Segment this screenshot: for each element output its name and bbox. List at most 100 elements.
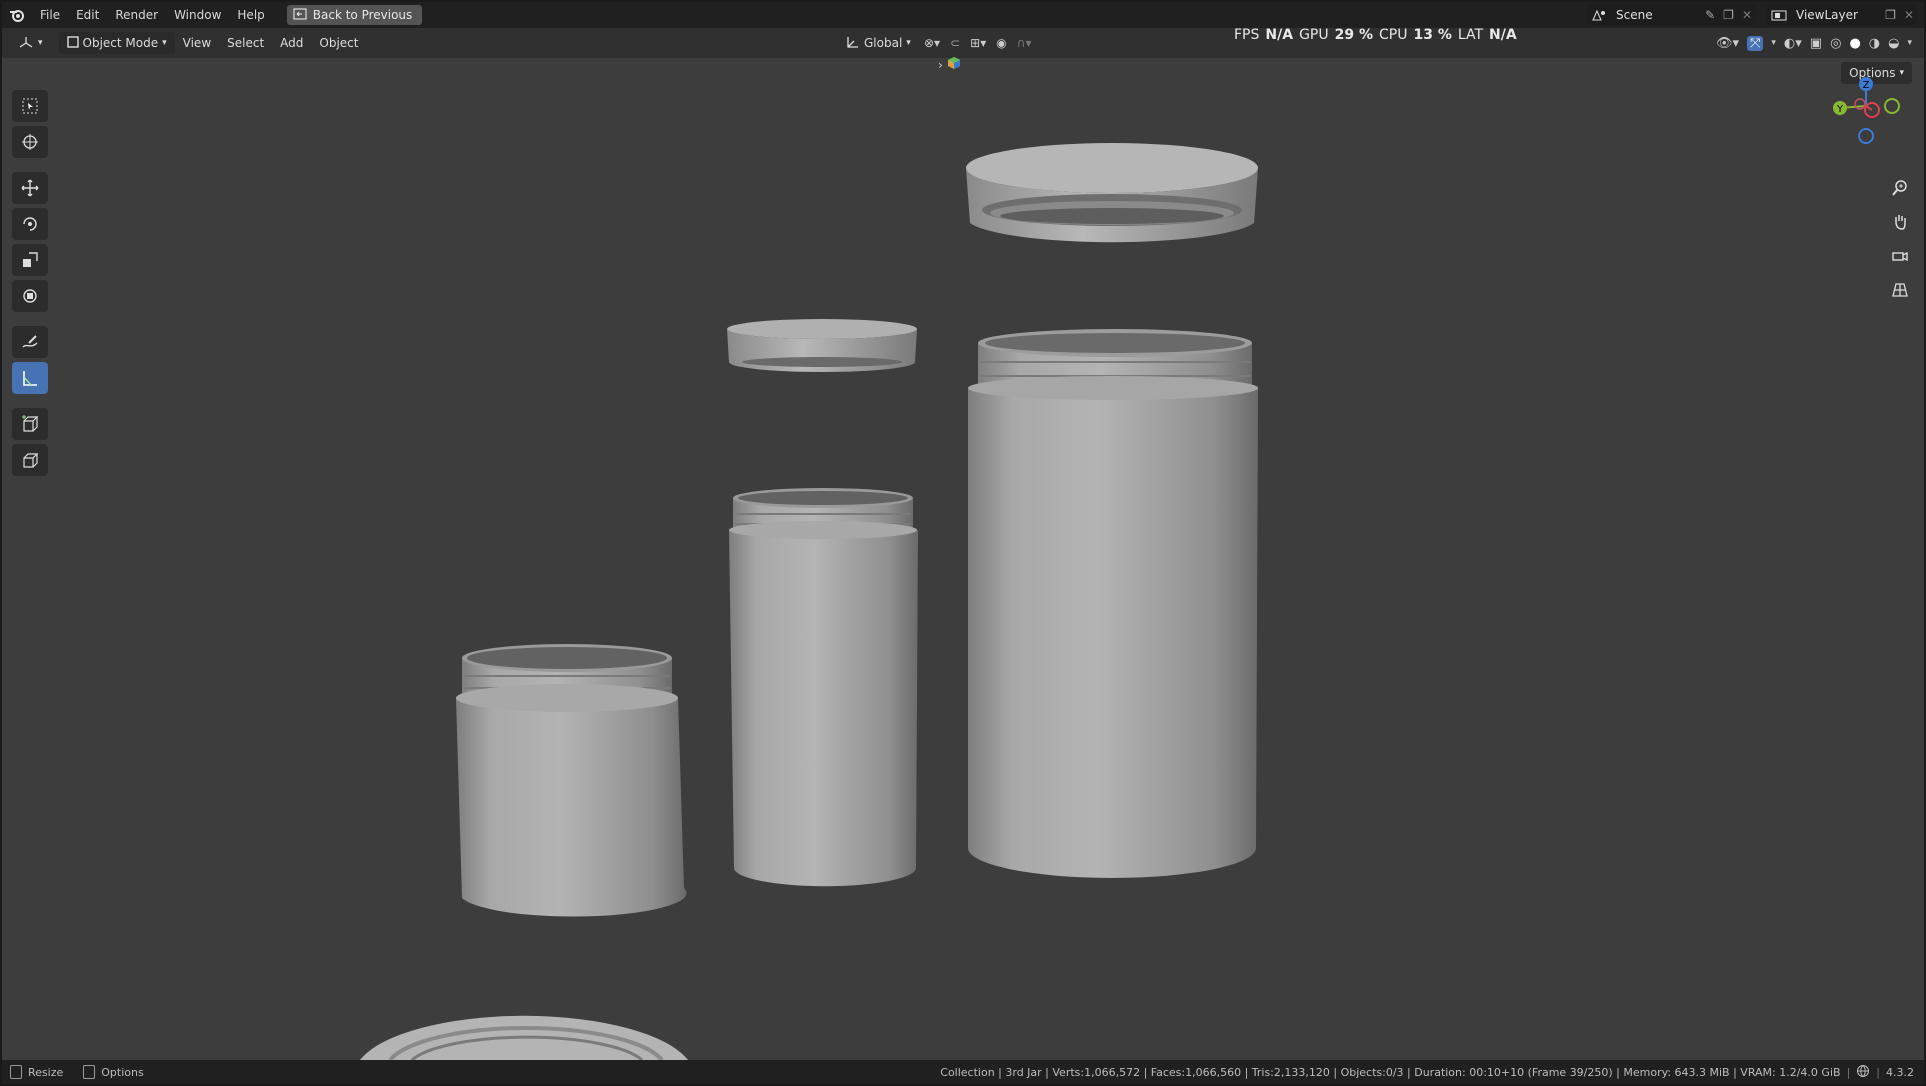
small-jar[interactable]: [456, 644, 687, 917]
chevron-down-icon: ▾: [906, 38, 911, 48]
cursor-icon[interactable]: [12, 126, 48, 158]
object-mode-icon: [66, 35, 79, 51]
large-jar[interactable]: [968, 329, 1258, 878]
medium-lid[interactable]: [727, 319, 917, 372]
editor-type-icon: [18, 35, 34, 52]
object-mode-dropdown[interactable]: Object Mode ▾: [58, 32, 175, 54]
pivot-point-icon[interactable]: ⊗▾: [924, 36, 940, 50]
snap-icon[interactable]: ⊂: [950, 36, 960, 50]
new-viewlayer-icon[interactable]: ❐: [1881, 8, 1900, 22]
neg-y-axis-handle: [1884, 98, 1900, 114]
chevron-down-icon: ▾: [38, 38, 43, 48]
blender-window: File Edit Render Window Help Back to Pre…: [2, 2, 1924, 1084]
performance-stats: FPS N/A GPU 29 % CPU 13 % LAT N/A: [1234, 27, 1517, 43]
overlay-icon[interactable]: ◐▾: [1784, 36, 1802, 51]
y-axis-label: Y: [1836, 104, 1844, 115]
close-viewlayer-icon[interactable]: ✕: [1900, 8, 1918, 22]
extrude-icon[interactable]: [12, 444, 48, 476]
snap-target-icon[interactable]: ⊞▾: [970, 36, 986, 50]
collection-color-icon: [947, 56, 961, 73]
collection-toggle[interactable]: ›: [938, 56, 961, 73]
version-label: 4.3.2: [1886, 1065, 1914, 1079]
transform-icon[interactable]: [12, 280, 48, 312]
network-globe-icon: [1856, 1064, 1870, 1081]
menu-file[interactable]: File: [32, 2, 68, 28]
annotate-icon[interactable]: [12, 326, 48, 358]
visibility-icon[interactable]: 👁▾: [1716, 36, 1739, 51]
pan-hand-icon[interactable]: [1888, 210, 1912, 234]
add-cube-icon[interactable]: [12, 408, 48, 440]
viewlayer-icon: [1766, 9, 1792, 21]
z-axis-label: Z: [1863, 80, 1870, 91]
scene-statistics: Collection | 3rd Jar | Verts:1,066,572 |…: [940, 1065, 1841, 1079]
camera-view-icon[interactable]: [1888, 244, 1912, 268]
blender-logo-icon[interactable]: [2, 8, 32, 22]
new-scene-icon[interactable]: ❐: [1719, 8, 1738, 22]
move-icon[interactable]: [12, 172, 48, 204]
falloff-icon[interactable]: ∩▾: [1017, 36, 1032, 50]
mouse-icon: [10, 1065, 22, 1079]
navigation-controls: [1888, 176, 1912, 302]
zoom-icon[interactable]: [1888, 176, 1912, 200]
scene-name: Scene: [1616, 8, 1653, 22]
gpu-label: GPU: [1299, 27, 1329, 43]
chevron-down-icon[interactable]: ▾: [1907, 38, 1912, 48]
chevron-right-icon: ›: [938, 57, 943, 72]
menu-view[interactable]: View: [175, 32, 219, 54]
rotate-icon[interactable]: [12, 208, 48, 240]
scene-selector[interactable]: Scene ✎ ❐ ✕: [1586, 5, 1756, 25]
lat-value: N/A: [1489, 27, 1517, 43]
back-to-previous-button[interactable]: Back to Previous: [286, 5, 423, 25]
menu-edit[interactable]: Edit: [68, 2, 107, 28]
select-box-icon[interactable]: [12, 90, 48, 122]
xray-icon[interactable]: ▣: [1810, 36, 1822, 51]
cpu-value: 13 %: [1413, 27, 1452, 43]
scene-icon: [1586, 8, 1612, 22]
rendered-shading-icon[interactable]: ◒: [1888, 36, 1899, 51]
status-bar: Resize Options Collection | 3rd Jar | Ve…: [2, 1060, 1924, 1084]
tool-shelf: [12, 90, 52, 476]
proportional-edit-icon[interactable]: ◉: [996, 36, 1006, 50]
gizmo-toggle-icon[interactable]: ⤧: [1746, 35, 1764, 51]
viewport-header: ▾ Object Mode ▾ View Select Add Object G…: [2, 27, 1924, 58]
neg-z-axis-handle: [1858, 128, 1874, 144]
menu-object[interactable]: Object: [311, 32, 366, 54]
back-icon: [293, 7, 307, 23]
top-menu-bar: File Edit Render Window Help Back to Pre…: [2, 2, 1924, 28]
large-lid[interactable]: [966, 143, 1258, 243]
chevron-down-icon[interactable]: ▾: [1771, 38, 1776, 48]
mouse-right-icon: [83, 1065, 96, 1079]
small-lid[interactable]: [360, 1015, 688, 1060]
menu-render[interactable]: Render: [107, 2, 166, 28]
object-mode-label: Object Mode: [82, 36, 159, 50]
solid-shading-icon[interactable]: ●: [1849, 36, 1860, 51]
resize-hint: Resize: [28, 1065, 64, 1079]
fps-label: FPS: [1234, 27, 1260, 43]
transform-orientation-dropdown[interactable]: Global ▾: [838, 32, 919, 54]
scale-icon[interactable]: [12, 244, 48, 276]
fps-value: N/A: [1265, 27, 1294, 43]
chevron-down-icon: ▾: [162, 38, 167, 48]
viewlayer-selector[interactable]: ViewLayer ❐ ✕: [1766, 5, 1918, 25]
navigation-gizmo[interactable]: Z Y: [1828, 74, 1918, 164]
3d-viewport[interactable]: › Options ▾ Z Y: [2, 56, 1924, 1060]
orientation-icon: [846, 35, 860, 52]
close-scene-icon[interactable]: ✕: [1738, 8, 1756, 22]
menu-select[interactable]: Select: [219, 32, 272, 54]
material-shading-icon[interactable]: ◑: [1869, 36, 1880, 51]
perspective-grid-icon[interactable]: [1888, 278, 1912, 302]
neg-x-axis-handle: [1854, 98, 1866, 110]
cpu-label: CPU: [1379, 27, 1408, 43]
measure-icon[interactable]: [12, 362, 48, 394]
options-hint: Options: [101, 1065, 144, 1079]
menu-help[interactable]: Help: [229, 2, 272, 28]
lat-label: LAT: [1457, 27, 1484, 43]
medium-jar[interactable]: [729, 488, 918, 887]
editor-type-button[interactable]: ▾: [10, 32, 51, 54]
gpu-value: 29 %: [1334, 27, 1373, 43]
pin-icon[interactable]: ✎: [1701, 8, 1719, 22]
scene-render: [360, 143, 1258, 1060]
menu-window[interactable]: Window: [166, 2, 229, 28]
menu-add[interactable]: Add: [272, 32, 311, 54]
wireframe-shading-icon[interactable]: ◎: [1830, 36, 1841, 51]
